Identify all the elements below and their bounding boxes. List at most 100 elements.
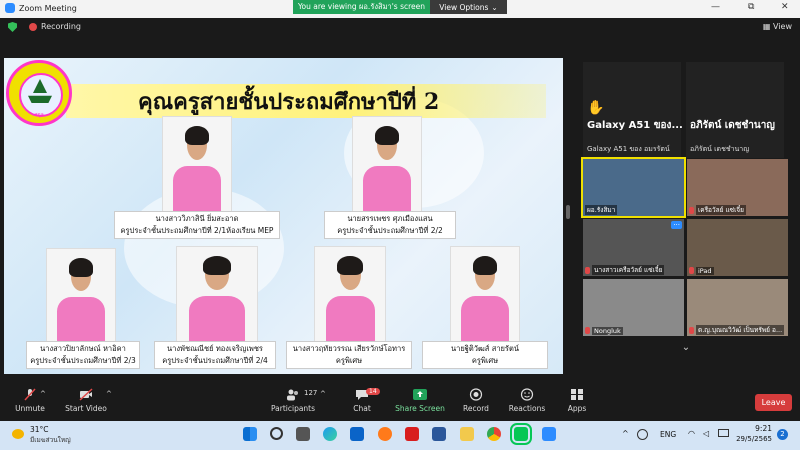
participants-label: Participants <box>270 404 316 413</box>
muted-mic-icon <box>689 267 694 274</box>
edge-icon[interactable] <box>323 427 337 441</box>
teacher-photo <box>352 116 422 212</box>
teacher-photo <box>176 246 258 342</box>
leave-button[interactable]: Leave <box>755 394 792 411</box>
teacher-role: ครูประจำชั้นประถมศึกษาปีที่ 2/4 <box>162 356 268 365</box>
people-icon <box>287 389 298 401</box>
teacher-name: นายสรรเพชร ศุภเมืองแสน <box>347 214 433 223</box>
muted-mic-icon <box>689 327 694 334</box>
teacher-name: นางพัชณณีชย์ ทองเจริญเพชร <box>167 344 263 353</box>
more-options-button[interactable]: ··· <box>671 221 682 229</box>
participant-tile[interactable]: iPad <box>687 219 788 276</box>
participant-label: ด.ญ.บุณณวิวัฒ์ เป็นทรัพย์ อ... <box>696 325 785 335</box>
teacher-role: ครูพิเศษ <box>335 356 363 365</box>
word-icon[interactable] <box>432 427 446 441</box>
clock-time[interactable]: 9:21 <box>740 424 772 433</box>
view-options-button[interactable]: View Options ⌄ <box>430 0 507 14</box>
teacher-caption: นางสาววิภาสินี ยิ่มสะอาด ครูประจำชั้นประ… <box>114 211 280 239</box>
record-indicator-icon <box>29 23 37 31</box>
minimize-button[interactable]: — <box>711 2 720 12</box>
unmute-button[interactable]: Unmute <box>0 380 60 413</box>
zoom-logo-icon <box>5 3 15 13</box>
muted-mic-icon <box>585 327 590 334</box>
battery-icon[interactable] <box>718 429 729 437</box>
volume-icon[interactable]: ◁ <box>703 429 709 438</box>
search-icon[interactable] <box>270 427 283 440</box>
video-off-icon <box>79 388 93 401</box>
participant-tile[interactable]: ผอ.รังสิมา <box>581 157 686 218</box>
participants-options-caret[interactable]: ^ <box>320 390 326 398</box>
participant-tile[interactable]: นางสาวเครือวัลย์ แซ่เจี๋ย ··· <box>583 219 684 276</box>
view-button[interactable]: ▦ View <box>763 22 792 31</box>
participant-tile[interactable]: ✋ Galaxy A51 ของ... Galaxy A51 ของ อมรรั… <box>583 62 683 158</box>
app-title: Zoom Meeting <box>5 3 77 13</box>
video-options-caret[interactable]: ^ <box>106 390 112 398</box>
participant-name: อภิรัตน์ เดชชำนาญ <box>690 120 775 131</box>
school-logo: สตูล <box>6 60 72 126</box>
participant-label: Nongluk <box>592 327 623 335</box>
shield-icon[interactable] <box>8 22 17 32</box>
clock-date[interactable]: 29/5/2565 <box>730 435 772 443</box>
teacher-name: นางสาววิภาสินี ยิ่มสะอาด <box>155 214 239 223</box>
tray-overflow-caret[interactable]: ^ <box>622 429 629 438</box>
teacher-photo <box>46 248 116 342</box>
language-indicator[interactable]: ENG <box>660 430 676 439</box>
view-label: View <box>773 22 792 31</box>
participant-tile[interactable]: อภิรัตน์ เดชชำนาญ อภิรัตน์ เดชชำนาญ <box>686 62 784 158</box>
raise-hand-icon: ✋ <box>587 100 605 116</box>
file-explorer-icon[interactable] <box>460 427 474 441</box>
scroll-down-icon[interactable]: ⌄ <box>676 342 696 356</box>
participant-count: 127 <box>304 389 318 397</box>
smiley-icon <box>520 388 534 401</box>
muted-mic-icon <box>585 267 590 274</box>
teacher-caption: นายฐิติวัฒส์ สายรัตน์ ครูพิเศษ <box>422 341 548 369</box>
teacher-caption: นายสรรเพชร ศุภเมืองแสน ครูประจำชั้นประถม… <box>324 211 456 239</box>
mail-icon[interactable] <box>350 427 364 441</box>
apps-button[interactable]: Apps <box>547 380 607 413</box>
wifi-icon[interactable]: ◠ <box>688 429 695 438</box>
participant-label: iPad <box>696 267 714 275</box>
weather-icon[interactable] <box>12 429 24 439</box>
maximize-button[interactable]: ⧉ <box>748 2 754 12</box>
temperature[interactable]: 31°C <box>30 425 49 434</box>
window-title: Zoom Meeting <box>19 3 77 13</box>
acrobat-icon[interactable] <box>405 427 419 441</box>
zoom-taskbar-icon[interactable] <box>542 427 556 441</box>
participant-tile[interactable]: ด.ญ.บุณณวิวัฒ์ เป็นทรัพย์ อ... <box>687 279 788 336</box>
split-handle[interactable] <box>566 205 570 219</box>
os-taskbar: 31°C มีเมฆส่วนใหญ่ ^ ENG ◠ ◁ 9:21 29/5/2… <box>0 421 800 450</box>
chat-button[interactable]: Chat <box>332 380 392 413</box>
teacher-role: ครูประจำชั้นประถมศึกษาปีที่ 2/3 <box>30 356 136 365</box>
teacher-role: ครูประจำชั้นประถมศึกษาปีที่ 2/2 <box>337 226 443 235</box>
participant-label: อภิรัตน์ เดชชำนาญ <box>690 145 750 153</box>
line-icon[interactable] <box>510 423 532 445</box>
meeting-toolbar: Unmute ^ Start Video ^ Participants 127 … <box>0 380 800 420</box>
participant-tile[interactable]: เครือวัลย์ แซ่เจี๋ย <box>687 159 788 216</box>
network-icon[interactable] <box>637 429 648 440</box>
windows-start-icon[interactable] <box>243 427 257 441</box>
apps-icon <box>571 389 583 400</box>
participant-tile[interactable]: Nongluk <box>583 279 684 336</box>
meeting-topbar: Recording ▦ View <box>0 18 800 36</box>
notification-badge[interactable]: 2 <box>777 429 788 440</box>
weather-text[interactable]: มีเมฆส่วนใหญ่ <box>30 435 71 445</box>
chevron-down-icon: ⌄ <box>491 2 498 12</box>
teacher-caption: นางสาวฤทัยวรรณ เสียรวักษ์โอทาร ครูพิเศษ <box>286 341 412 369</box>
view-options-label: View Options <box>439 2 489 12</box>
participant-name: Galaxy A51 ของ... <box>587 120 683 131</box>
muted-mic-icon <box>689 207 694 214</box>
close-button[interactable]: ✕ <box>781 2 789 12</box>
chrome-icon[interactable] <box>487 427 501 441</box>
participant-label: Galaxy A51 ของ อมรรัตน์ <box>587 145 670 153</box>
audio-options-caret[interactable]: ^ <box>40 390 46 398</box>
teacher-photo <box>162 116 232 212</box>
grid-icon: ▦ <box>762 22 774 31</box>
participant-label: เครือวัลย์ แซ่เจี๋ย <box>696 205 746 215</box>
window-titlebar: Zoom Meeting You are viewing ผอ.รังสิมา'… <box>0 0 800 18</box>
firefox-icon[interactable] <box>378 427 392 441</box>
slide-title: คุณครูสายชั้นประถมศึกษาปีที่ 2 <box>138 89 440 115</box>
share-screen-label: Share Screen <box>395 404 445 413</box>
share-screen-button[interactable]: Share Screen <box>390 380 450 413</box>
task-view-icon[interactable] <box>296 427 310 441</box>
unmute-label: Unmute <box>15 404 45 413</box>
